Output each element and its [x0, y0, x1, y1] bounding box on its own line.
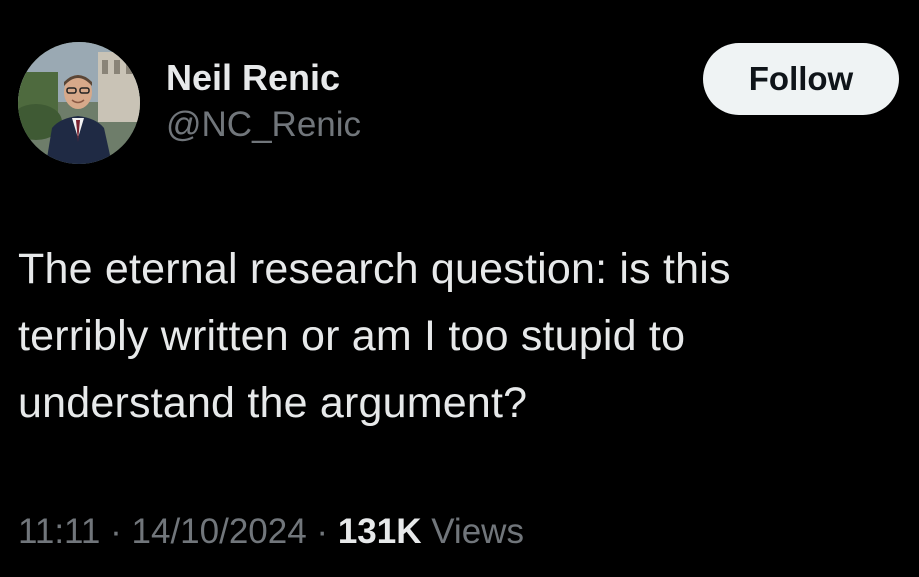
- user-handle[interactable]: @NC_Renic: [166, 104, 361, 146]
- display-name[interactable]: Neil Renic: [166, 56, 361, 100]
- tweet-meta: 11:11 · 14/10/2024 · 131K Views: [18, 510, 524, 554]
- tweet-text-line: terribly written or am I too stupid to: [18, 312, 686, 360]
- views-count[interactable]: 131K: [338, 512, 422, 551]
- meta-separator: ·: [316, 512, 329, 551]
- views-label: Views: [431, 512, 524, 551]
- avatar-photo-icon: [18, 42, 140, 164]
- tweet-text-line: understand the argument?: [18, 379, 528, 427]
- tweet-text: The eternal research question: is this t…: [18, 236, 878, 437]
- follow-button[interactable]: Follow: [703, 43, 899, 115]
- meta-separator: ·: [110, 512, 122, 551]
- tweet-card: Neil Renic @NC_Renic Follow The eternal …: [0, 0, 919, 577]
- author-info: Neil Renic @NC_Renic: [166, 56, 361, 146]
- tweet-date[interactable]: 14/10/2024: [132, 512, 307, 551]
- tweet-text-line: The eternal research question: is this: [18, 245, 731, 293]
- avatar[interactable]: [18, 42, 140, 164]
- tweet-time[interactable]: 11:11: [18, 512, 100, 551]
